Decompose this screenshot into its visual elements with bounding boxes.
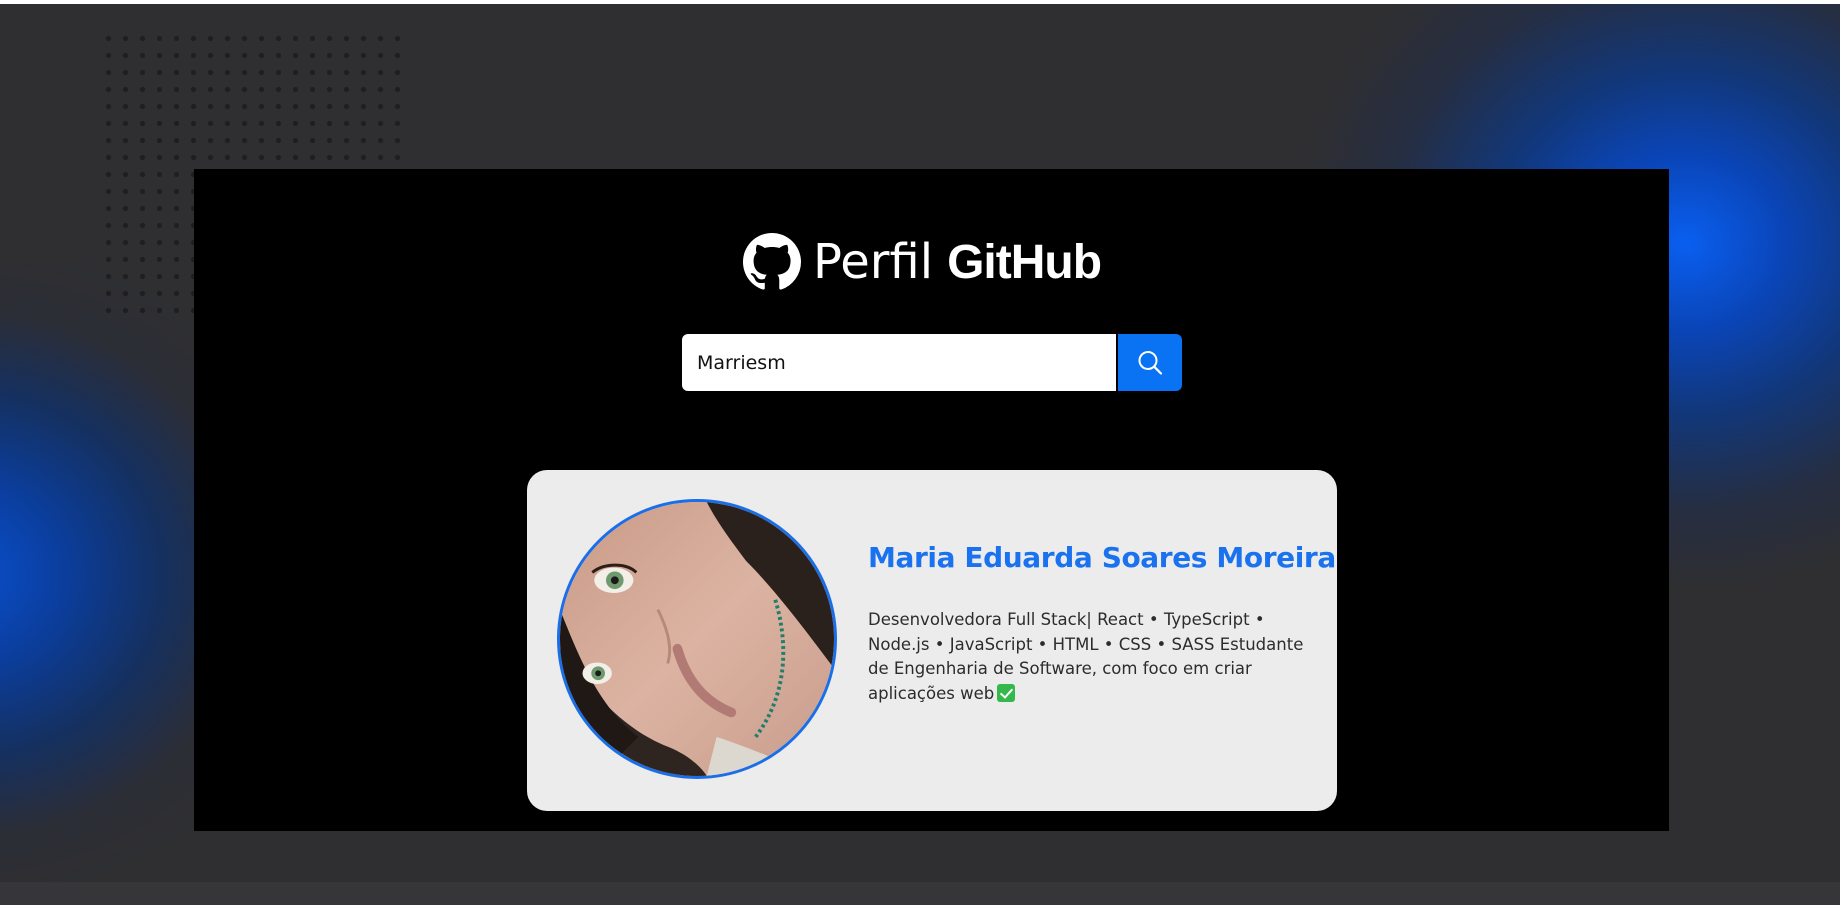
profile-bio-text: Desenvolvedora Full Stack| React • TypeS…: [868, 610, 1304, 703]
search-icon: [1138, 350, 1163, 375]
title-github: GitHub: [947, 235, 1102, 289]
search-bar: [682, 334, 1182, 391]
profile-bio: Desenvolvedora Full Stack| React • TypeS…: [868, 608, 1313, 706]
avatar: [557, 499, 837, 779]
search-button[interactable]: [1118, 334, 1182, 391]
check-mark-button-icon: [997, 683, 1016, 702]
main-panel: Perfil GitHub Marriesm Maria Eduarda Soa…: [194, 169, 1669, 831]
profile-name: Maria Eduarda Soares Moreira: [868, 541, 1336, 574]
avatar-photo: [560, 502, 834, 776]
background-bottom-band: [0, 882, 1840, 905]
page-background: Perfil GitHub Marriesm Maria Eduarda Soa…: [0, 4, 1840, 905]
github-octocat-icon: [743, 233, 801, 290]
search-input[interactable]: [682, 334, 1116, 391]
page-title: Perfil GitHub: [743, 231, 1102, 293]
title-perfil: Perfil: [813, 234, 934, 290]
profile-card: Maria Eduarda Soares Moreira Desenvolved…: [527, 470, 1337, 811]
